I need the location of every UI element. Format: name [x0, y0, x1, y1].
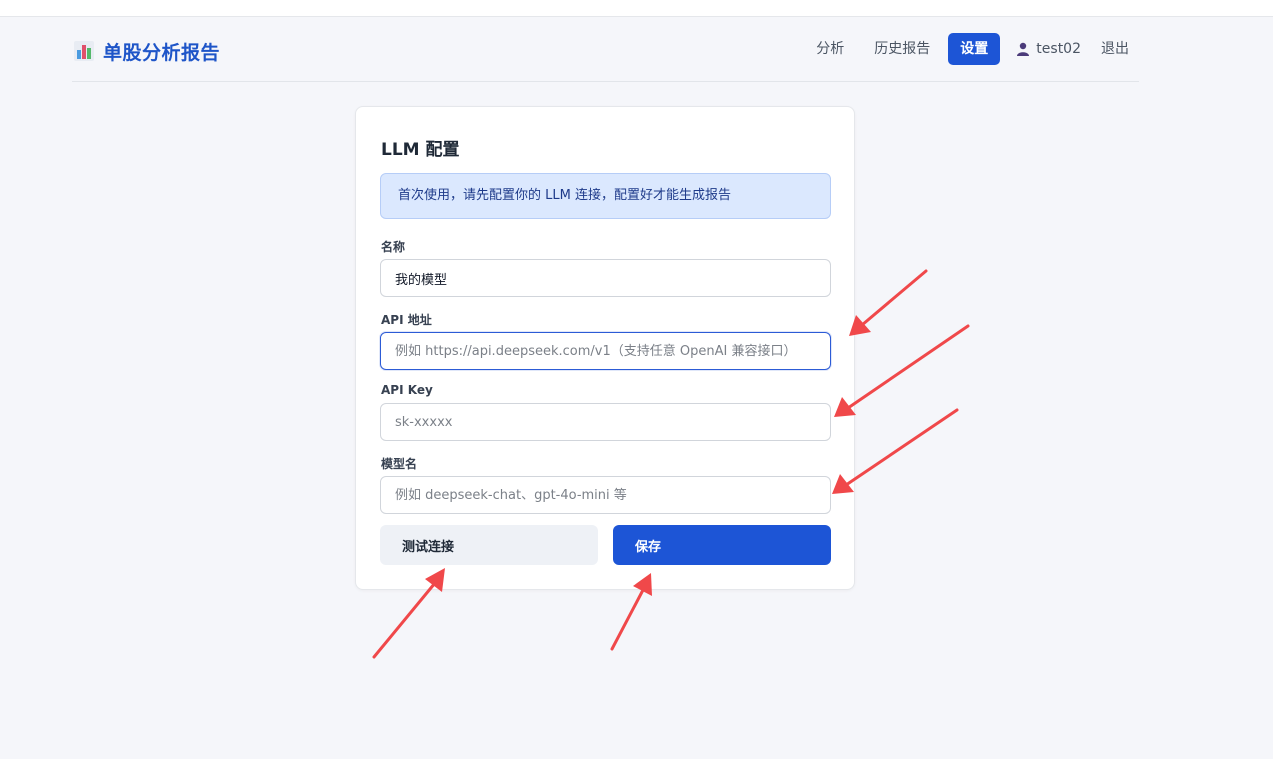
- app-title: 单股分析报告: [103, 41, 221, 64]
- user-icon: [1017, 42, 1030, 56]
- api-key-label: API Key: [381, 383, 433, 397]
- arrow-to-api-url: [849, 269, 928, 336]
- logout-link[interactable]: 退出: [1091, 33, 1139, 65]
- card-title: LLM 配置: [381, 140, 460, 160]
- model-name-label: 模型名: [381, 457, 418, 471]
- model-name-input[interactable]: [380, 476, 831, 514]
- llm-config-card: LLM 配置 首次使用，请先配置你的 LLM 连接，配置好才能生成报告 名称 A…: [355, 106, 855, 590]
- name-label: 名称: [381, 240, 406, 254]
- nav-analysis[interactable]: 分析: [806, 33, 854, 65]
- api-url-label: API 地址: [381, 313, 432, 327]
- api-url-input[interactable]: [380, 332, 831, 370]
- nav-history-reports[interactable]: 历史报告: [864, 33, 940, 65]
- api-key-input[interactable]: [380, 403, 831, 441]
- bar-chart-icon: [74, 41, 94, 61]
- nav-settings[interactable]: 设置: [948, 33, 1001, 65]
- info-notice: 首次使用，请先配置你的 LLM 连接，配置好才能生成报告: [380, 173, 831, 219]
- top-nav: 分析 历史报告 设置 test02 退出: [806, 33, 1139, 65]
- username: test02: [1036, 41, 1081, 57]
- browser-top-strip: [0, 0, 1273, 17]
- test-connection-button[interactable]: 测试连接: [380, 525, 598, 565]
- name-input[interactable]: [380, 259, 831, 297]
- save-button[interactable]: 保存: [613, 525, 831, 565]
- brand[interactable]: 单股分析报告: [74, 39, 221, 64]
- app-header: 单股分析报告 分析 历史报告 设置 test02 退出: [72, 17, 1139, 82]
- user-menu[interactable]: test02: [1008, 33, 1091, 65]
